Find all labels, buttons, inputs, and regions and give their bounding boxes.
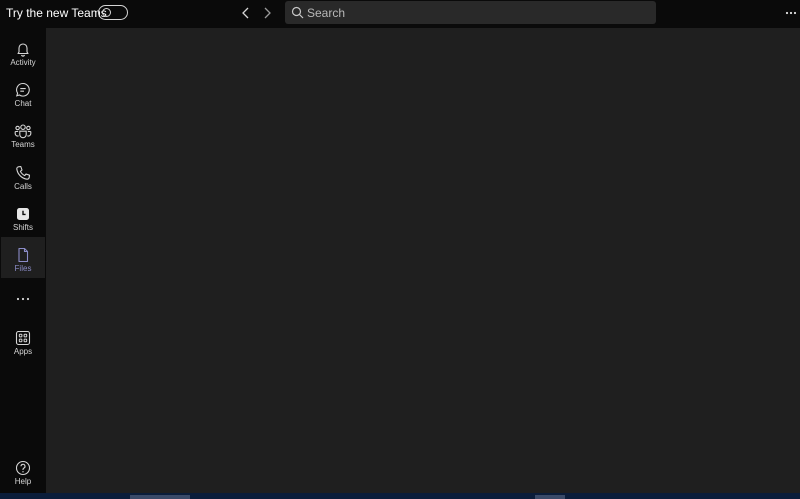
help-icon bbox=[14, 459, 32, 477]
rail-item-calls[interactable]: Calls bbox=[1, 159, 45, 200]
chat-icon bbox=[14, 81, 32, 99]
rail-item-help[interactable]: Help bbox=[1, 454, 45, 495]
toggle-knob bbox=[102, 8, 111, 17]
clock-icon bbox=[14, 205, 32, 223]
search-box[interactable]: Search bbox=[285, 1, 656, 24]
file-icon bbox=[14, 246, 32, 264]
bell-icon bbox=[14, 40, 32, 58]
phone-icon bbox=[14, 164, 32, 182]
rail-item-files[interactable]: Files bbox=[1, 237, 45, 278]
apps-grid-icon bbox=[14, 329, 32, 347]
rail-label-calls: Calls bbox=[14, 182, 32, 191]
rail-label-chat: Chat bbox=[14, 99, 32, 108]
rail-item-activity[interactable]: Activity bbox=[1, 35, 45, 76]
title-bar: Try the new Teams Search bbox=[0, 0, 800, 28]
teams-icon bbox=[14, 122, 32, 140]
app-rail: Activity Chat Teams Calls Shifts Files A… bbox=[0, 28, 46, 493]
rail-label-teams: Teams bbox=[11, 140, 35, 149]
rail-label-apps: Apps bbox=[13, 347, 33, 356]
rail-item-teams[interactable]: Teams bbox=[1, 117, 45, 158]
more-horizontal-icon bbox=[785, 11, 797, 15]
taskbar-strip bbox=[0, 493, 800, 499]
more-options-button[interactable] bbox=[783, 5, 799, 21]
rail-label-activity: Activity bbox=[10, 58, 36, 67]
main-content-pane bbox=[46, 28, 800, 493]
rail-item-apps[interactable]: Apps bbox=[1, 324, 45, 365]
rail-item-chat[interactable]: Chat bbox=[1, 76, 45, 117]
rail-label-help: Help bbox=[14, 477, 32, 486]
chevron-right-icon bbox=[264, 7, 271, 19]
more-horizontal-icon bbox=[16, 297, 30, 301]
try-new-teams-toggle[interactable] bbox=[98, 5, 128, 20]
rail-label-shifts: Shifts bbox=[12, 223, 33, 232]
chevron-left-icon bbox=[242, 7, 249, 19]
search-placeholder: Search bbox=[307, 6, 346, 20]
more-apps-button[interactable] bbox=[1, 289, 45, 309]
taskbar-item[interactable] bbox=[535, 495, 565, 499]
rail-label-files: Files bbox=[14, 264, 32, 273]
back-button[interactable] bbox=[238, 5, 254, 21]
forward-button[interactable] bbox=[259, 5, 275, 21]
search-icon bbox=[291, 6, 304, 19]
rail-item-shifts[interactable]: Shifts bbox=[1, 200, 45, 241]
taskbar-item[interactable] bbox=[130, 495, 190, 499]
try-new-teams-label: Try the new Teams bbox=[6, 6, 107, 20]
